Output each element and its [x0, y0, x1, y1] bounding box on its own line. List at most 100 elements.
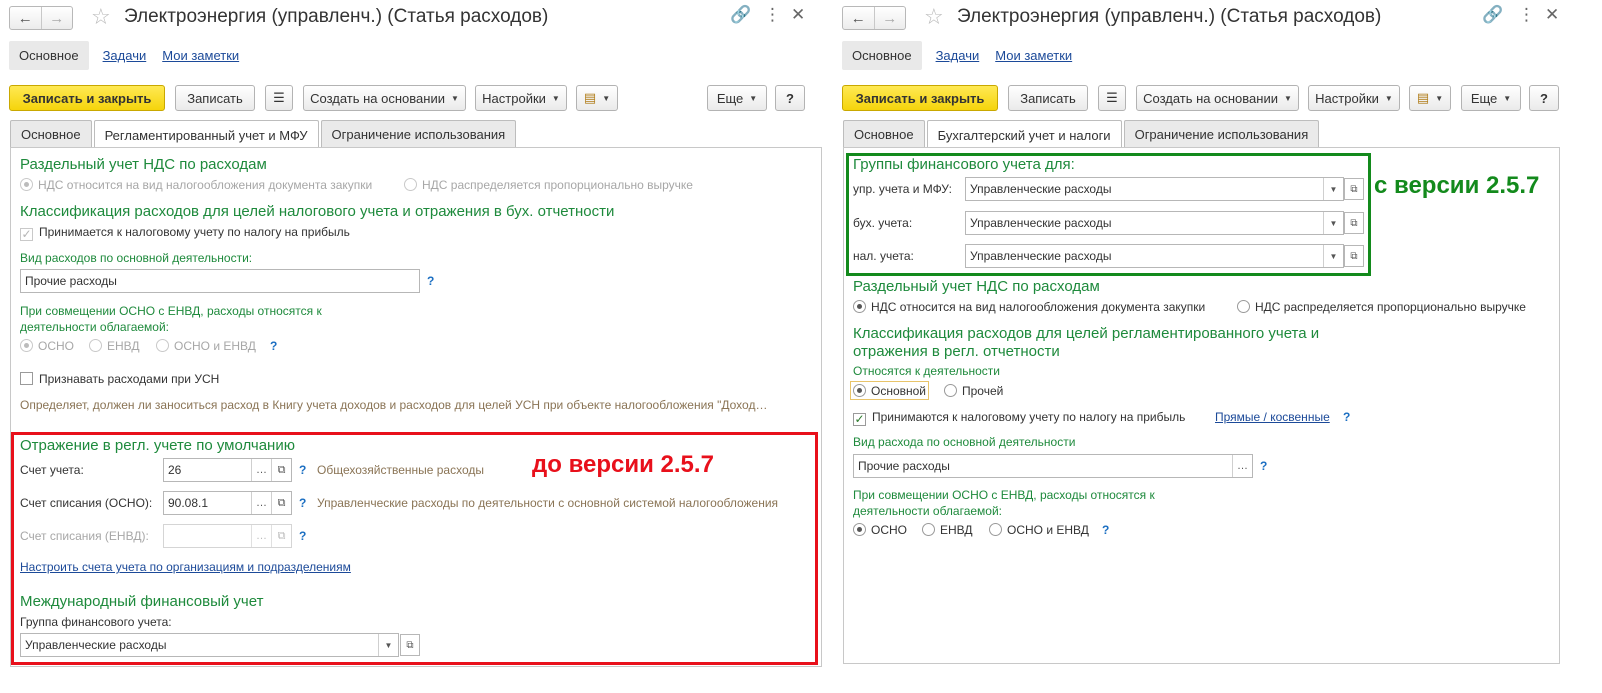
report-icon: ▤ — [1416, 90, 1430, 105]
help-button[interactable]: ? — [1529, 85, 1559, 111]
save-close-button[interactable]: Записать и закрыть — [842, 85, 998, 111]
section-tasks[interactable]: Задачи — [934, 48, 982, 63]
profit-tax-checkbox[interactable]: ✓ Принимается к налоговому учету по налог… — [20, 225, 350, 241]
groups-acc-field[interactable]: Управленческие расходы ▼ — [965, 211, 1344, 235]
osno-radio[interactable]: ОСНО — [853, 523, 907, 537]
open-icon[interactable]: ⧉ — [1344, 212, 1364, 234]
tab-accounting[interactable]: Бухгалтерский учет и налоги — [926, 120, 1122, 149]
more-vert-icon[interactable]: ⋮ — [764, 5, 781, 25]
star-icon[interactable]: ☆ — [91, 4, 111, 30]
select-icon[interactable]: … — [251, 459, 271, 481]
kind-field[interactable]: Прочие расходы… — [853, 454, 1253, 478]
help-icon[interactable]: ? — [299, 529, 306, 543]
vat-option-2[interactable]: НДС распределяется пропорционально выруч… — [1237, 300, 1526, 314]
open-icon[interactable]: ⧉ — [1344, 178, 1364, 200]
writeoff-value: 90.08.1 — [168, 496, 209, 510]
usn-checkbox[interactable]: Признавать расходами при УСН — [20, 372, 219, 386]
chevron-down-icon[interactable]: ▼ — [1323, 245, 1343, 267]
more-button[interactable]: Еще ▼ — [1461, 85, 1521, 111]
report-button[interactable]: ▤ ▼ — [576, 85, 618, 111]
account-field[interactable]: 26 … ⧉ — [163, 458, 292, 482]
osno-envd-radio[interactable]: ОСНО и ЕНВД — [989, 523, 1089, 537]
star-icon[interactable]: ☆ — [924, 4, 944, 30]
report-button[interactable]: ▤ ▼ — [1409, 85, 1451, 111]
chevron-down-icon[interactable]: ▼ — [1323, 178, 1343, 200]
vat-option-2[interactable]: НДС распределяется пропорционально выруч… — [404, 178, 693, 192]
save-button[interactable]: Записать — [175, 85, 255, 111]
close-icon[interactable]: ✕ — [791, 5, 805, 25]
osno-envd-radio[interactable]: ОСНО и ЕНВД — [156, 339, 256, 353]
old-version-note: до версии 2.5.7 — [532, 451, 714, 478]
tab-main[interactable]: Основное — [10, 120, 92, 148]
tab-regulated[interactable]: Регламентированный учет и МФУ — [93, 120, 319, 149]
ifu-group-label: Группа финансового учета: — [20, 615, 172, 629]
more-vert-icon[interactable]: ⋮ — [1518, 5, 1535, 25]
usn-description: Определяет, должен ли заноситься расход … — [20, 398, 768, 412]
section-notes[interactable]: Мои заметки — [160, 48, 241, 63]
chevron-down-icon[interactable]: ▼ — [1323, 212, 1343, 234]
help-icon[interactable]: ? — [299, 496, 306, 510]
help-icon[interactable]: ? — [299, 463, 306, 477]
help-icon[interactable]: ? — [1260, 459, 1267, 473]
envd-radio[interactable]: ЕНВД — [922, 523, 973, 537]
select-icon[interactable]: … — [251, 492, 271, 514]
document-list-button[interactable]: ☰ — [265, 85, 293, 111]
settings-button[interactable]: Настройки ▼ — [1308, 85, 1400, 111]
osno-radio[interactable]: ОСНО — [20, 339, 74, 353]
vat-option-1-label: НДС относится на вид налогообложения док… — [871, 300, 1206, 314]
settings-button[interactable]: Настройки ▼ — [475, 85, 567, 111]
help-button[interactable]: ? — [775, 85, 805, 111]
radio-icon — [922, 523, 935, 536]
more-label: Еще — [1470, 90, 1498, 106]
save-button[interactable]: Записать — [1008, 85, 1088, 111]
envd-radio[interactable]: ЕНВД — [89, 339, 140, 353]
close-icon[interactable]: ✕ — [1545, 5, 1559, 25]
setup-accounts-link[interactable]: Настроить счета учета по организациям и … — [20, 560, 351, 574]
section-notes[interactable]: Мои заметки — [993, 48, 1074, 63]
help-icon[interactable]: ? — [1102, 523, 1109, 537]
open-icon[interactable]: ⧉ — [271, 525, 291, 547]
create-based-button[interactable]: Создать на основании ▼ — [303, 85, 466, 111]
open-icon[interactable]: ⧉ — [1344, 245, 1364, 267]
select-icon[interactable]: … — [1232, 455, 1252, 477]
help-icon[interactable]: ? — [427, 274, 434, 288]
profit-tax-checkbox[interactable]: ✓ Принимаются к налоговому учету по налог… — [853, 410, 1185, 426]
activity-main-radio[interactable]: Основной — [850, 381, 930, 400]
vat-option-2-label: НДС распределяется пропорционально выруч… — [422, 178, 693, 192]
back-button[interactable]: ← — [10, 7, 41, 29]
open-icon[interactable]: ⧉ — [271, 492, 291, 514]
tab-restrictions[interactable]: Ограничение использования — [1123, 120, 1320, 148]
section-main[interactable]: Основное — [9, 40, 89, 70]
save-close-button[interactable]: Записать и закрыть — [9, 85, 165, 111]
create-based-button[interactable]: Создать на основании ▼ — [1136, 85, 1299, 111]
chevron-down-icon: ▼ — [1283, 93, 1292, 103]
activity-other-radio[interactable]: Прочей — [944, 384, 1003, 398]
groups-tax-field[interactable]: Управленческие расходы ▼ — [965, 244, 1344, 268]
open-icon[interactable]: ⧉ — [400, 634, 420, 656]
more-button[interactable]: Еще ▼ — [707, 85, 767, 111]
vat-option-1[interactable]: НДС относится на вид налогообложения док… — [853, 300, 1205, 314]
section-main[interactable]: Основное — [842, 40, 922, 70]
kind-field[interactable]: Прочие расходы — [20, 269, 420, 293]
writeoff-field[interactable]: 90.08.1 … ⧉ — [163, 491, 292, 515]
tab-restrictions[interactable]: Ограничение использования — [320, 120, 517, 148]
tab-main[interactable]: Основное — [843, 120, 925, 148]
document-list-button[interactable]: ☰ — [1098, 85, 1126, 111]
link-icon[interactable]: 🔗 — [730, 5, 751, 25]
ifu-group-field[interactable]: Управленческие расходы ▼ — [20, 633, 399, 657]
forward-button[interactable]: → — [873, 7, 906, 29]
select-icon[interactable]: … — [251, 525, 271, 547]
groups-mgmt-field[interactable]: Управленческие расходы ▼ — [965, 177, 1344, 201]
section-tasks[interactable]: Задачи — [101, 48, 149, 63]
direct-indirect-link[interactable]: Прямые / косвенные — [1215, 410, 1330, 424]
chevron-down-icon[interactable]: ▼ — [378, 634, 398, 656]
open-icon[interactable]: ⧉ — [271, 459, 291, 481]
help-icon[interactable]: ? — [270, 339, 277, 353]
forward-button[interactable]: → — [40, 7, 73, 29]
link-icon[interactable]: 🔗 — [1482, 5, 1503, 25]
help-icon[interactable]: ? — [1343, 410, 1350, 424]
right-window: ← → ☆ Электроэнергия (управленч.) (Стать… — [842, 0, 1602, 693]
writeoff-envd-field[interactable]: … ⧉ — [163, 524, 292, 548]
vat-option-1[interactable]: НДС относится на вид налогообложения док… — [20, 178, 372, 192]
back-button[interactable]: ← — [843, 7, 874, 29]
